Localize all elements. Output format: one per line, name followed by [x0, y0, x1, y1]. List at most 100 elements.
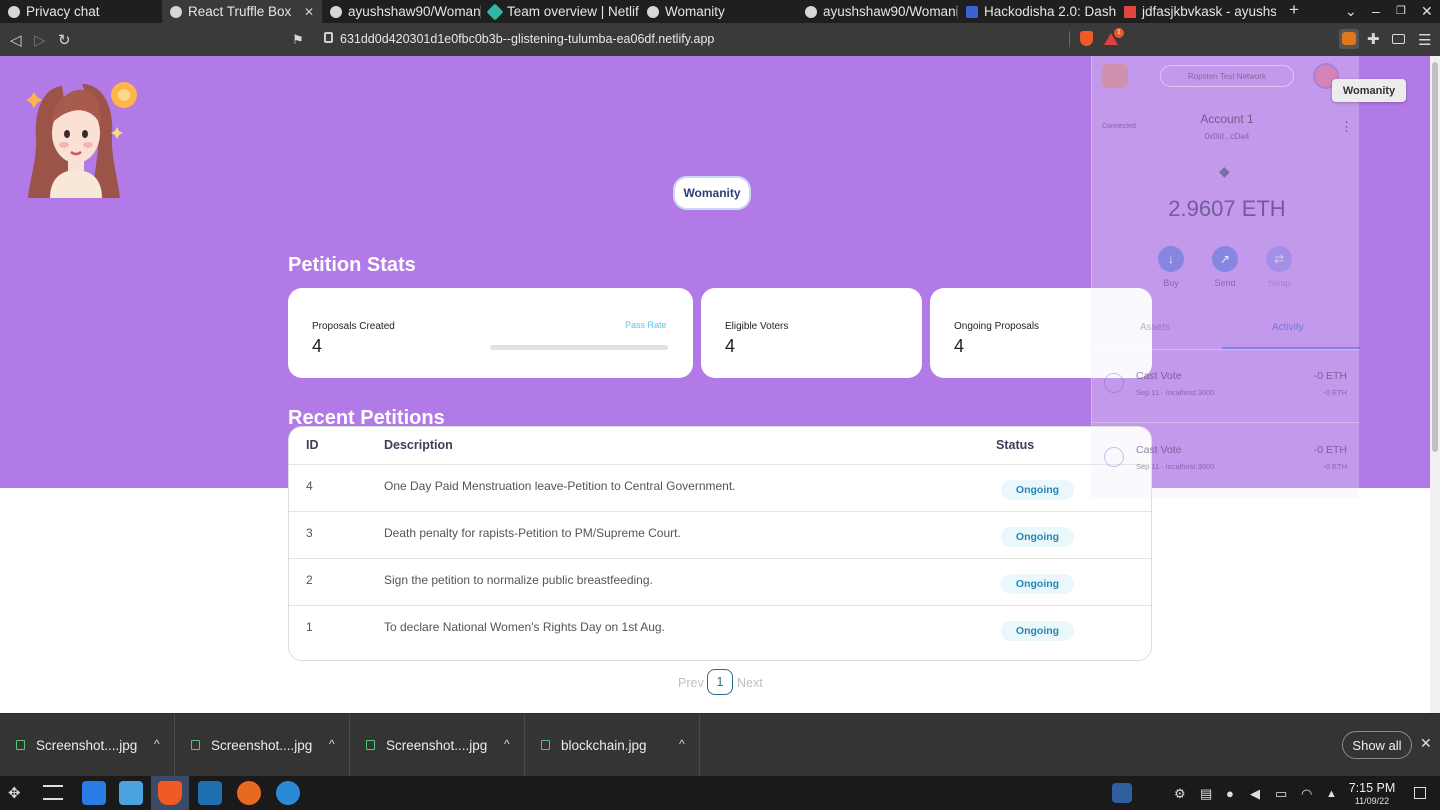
tab-activity[interactable]: Activity — [1272, 322, 1304, 333]
download-item[interactable]: Screenshot....jpg ^ — [0, 714, 175, 777]
tab-assets[interactable]: Assets — [1140, 322, 1170, 333]
chevron-up-icon[interactable]: ^ — [154, 737, 160, 751]
scrollbar-thumb[interactable] — [1432, 62, 1438, 452]
womanity-logo-button[interactable]: Womanity — [673, 176, 751, 210]
bookmark-icon[interactable]: ⚑ — [292, 32, 304, 48]
stat-label: Ongoing Proposals — [954, 321, 1040, 332]
close-window-icon[interactable]: ✕ — [1421, 3, 1433, 20]
new-tab-button[interactable]: + — [1289, 0, 1299, 20]
tab-github-womanity-2[interactable]: ayushshaw90/Womani — [797, 0, 957, 23]
stat-value: 4 — [312, 336, 323, 356]
extensions-puzzle-icon[interactable]: ✚ — [1367, 30, 1380, 48]
tab-github-womanity[interactable]: ayushshaw90/Womani — [322, 0, 480, 23]
send-label: Send — [1214, 278, 1236, 288]
file-manager-icon[interactable] — [119, 781, 143, 805]
clipboard-icon[interactable]: ▤ — [1200, 786, 1212, 802]
transaction-subtitle: Sep 11 · localhost:3000 — [1136, 462, 1215, 471]
table-row[interactable]: 2 Sign the petition to normalize public … — [289, 558, 1151, 605]
table-row[interactable]: 1 To declare National Women's Rights Day… — [289, 605, 1151, 652]
eth-balance: 2.9607 ETH — [1168, 196, 1286, 221]
send-icon[interactable]: ↗ — [1212, 246, 1238, 272]
tab-privacy-chat[interactable]: Privacy chat — [0, 0, 162, 23]
petition-description[interactable]: One Day Paid Menstruation leave-Petition… — [384, 479, 736, 493]
swap-icon[interactable]: ⇄ — [1266, 246, 1292, 272]
netlify-icon — [486, 3, 504, 20]
tab-title: Team overview | Netlify — [507, 4, 639, 19]
buy-icon[interactable]: ↓ — [1158, 246, 1184, 272]
store-app-icon[interactable] — [82, 781, 106, 805]
brave-browser-icon — [158, 781, 182, 805]
tab-netlify[interactable]: Team overview | Netlify — [481, 0, 639, 23]
table-row[interactable]: 3 Death penalty for rapists-Petition to … — [289, 511, 1151, 558]
night-light-icon[interactable]: ● — [1226, 786, 1234, 801]
tab-react-truffle-box[interactable]: React Truffle Box ✕ — [162, 0, 322, 23]
reload-icon[interactable]: ↻ — [58, 31, 71, 49]
tray-app-icon[interactable] — [1112, 783, 1132, 803]
pagination-prev[interactable]: Prev — [678, 676, 704, 690]
tab-title: jdfasjkbvkask - ayushs — [1142, 4, 1276, 19]
account-address[interactable]: 0x0ld...cDa4 — [1172, 132, 1282, 141]
image-file-icon — [366, 740, 375, 750]
tab-title: Womanity — [665, 4, 725, 19]
petition-description[interactable]: Death penalty for rapists-Petition to PM… — [384, 526, 681, 540]
stat-value: 4 — [725, 336, 736, 356]
account-name[interactable]: Account 1 — [1172, 112, 1282, 126]
download-item[interactable]: Screenshot....jpg ^ — [175, 714, 350, 777]
menu-icon[interactable]: ☰ — [1418, 31, 1431, 49]
page-scrollbar[interactable] — [1430, 56, 1440, 713]
battery-icon[interactable]: ▭ — [1275, 786, 1287, 802]
app-launcher-icon[interactable]: ✥ — [8, 784, 21, 802]
tray-expand-icon[interactable]: ▲ — [1326, 788, 1337, 800]
transaction-value: -0 ETH — [1313, 370, 1347, 382]
image-file-icon — [541, 740, 550, 750]
volume-icon[interactable]: ◀ — [1250, 786, 1260, 802]
account-options-icon[interactable]: ⋮ — [1340, 119, 1353, 135]
chevron-up-icon[interactable]: ^ — [504, 737, 510, 751]
close-tab-icon[interactable]: ✕ — [298, 5, 314, 19]
network-selector[interactable]: Ropsten Test Network — [1160, 65, 1294, 87]
pagination-next[interactable]: Next — [737, 676, 763, 690]
chevron-up-icon[interactable]: ^ — [679, 737, 685, 751]
tab-title: React Truffle Box — [188, 4, 292, 19]
close-shelf-icon[interactable]: ✕ — [1420, 735, 1432, 752]
petition-description[interactable]: Sign the petition to normalize public br… — [384, 573, 653, 587]
system-settings-icon[interactable]: ⚙ — [1174, 786, 1186, 802]
clock-date[interactable]: 11/09/22 — [1348, 796, 1396, 806]
transaction-title[interactable]: Cast Vote — [1136, 444, 1182, 456]
status-badge: Ongoing — [1001, 574, 1074, 594]
pagination-current-page[interactable]: 1 — [707, 669, 733, 695]
forward-icon[interactable]: ▷ — [34, 31, 46, 49]
brave-shields-icon[interactable] — [1080, 31, 1093, 46]
back-icon[interactable]: ◁ — [10, 31, 22, 49]
window-switcher-icon[interactable] — [43, 785, 63, 800]
petition-id: 3 — [306, 526, 313, 540]
petition-description[interactable]: To declare National Women's Rights Day o… — [384, 620, 665, 634]
ethereum-icon: ◆ — [1219, 163, 1230, 179]
wallet-icon[interactable] — [1392, 34, 1405, 44]
download-item[interactable]: Screenshot....jpg ^ — [350, 714, 525, 777]
chevron-up-icon[interactable]: ^ — [329, 737, 335, 751]
download-item[interactable]: blockchain.jpg ^ — [525, 714, 700, 777]
table-row[interactable]: 4 One Day Paid Menstruation leave-Petiti… — [289, 464, 1151, 511]
tab-title: Hackodisha 2.0: Dashb — [984, 4, 1116, 19]
tab-hackodisha[interactable]: Hackodisha 2.0: Dashb — [958, 0, 1116, 23]
tab-gmail[interactable]: jdfasjkbvkask - ayushs — [1116, 0, 1276, 23]
stat-label: Eligible Voters — [725, 321, 789, 332]
clock-time[interactable]: 7:15 PM — [1348, 781, 1396, 795]
minimize-window-icon[interactable]: – — [1372, 3, 1380, 19]
maximize-window-icon[interactable]: ❐ — [1396, 4, 1406, 17]
tab-womanity[interactable]: Womanity — [639, 0, 797, 23]
wifi-icon[interactable]: ◠ — [1301, 786, 1312, 802]
tab-search-chevron-icon[interactable]: ⌄ — [1345, 3, 1357, 20]
swap-label: Swap — [1267, 278, 1291, 288]
vscode-icon[interactable] — [198, 781, 222, 805]
app-icon[interactable] — [276, 781, 300, 805]
show-desktop-icon[interactable] — [1414, 787, 1426, 799]
transaction-title[interactable]: Cast Vote — [1136, 370, 1182, 382]
image-file-icon — [191, 740, 200, 750]
show-all-downloads-button[interactable]: Show all — [1342, 731, 1412, 759]
url-field[interactable]: 631dd0d420301d1e0fbc0b3b--glistening-tul… — [340, 32, 714, 46]
transaction-fiat-value: -0 ETH — [1323, 388, 1347, 397]
petition-id: 4 — [306, 479, 313, 493]
firefox-icon[interactable] — [237, 781, 261, 805]
